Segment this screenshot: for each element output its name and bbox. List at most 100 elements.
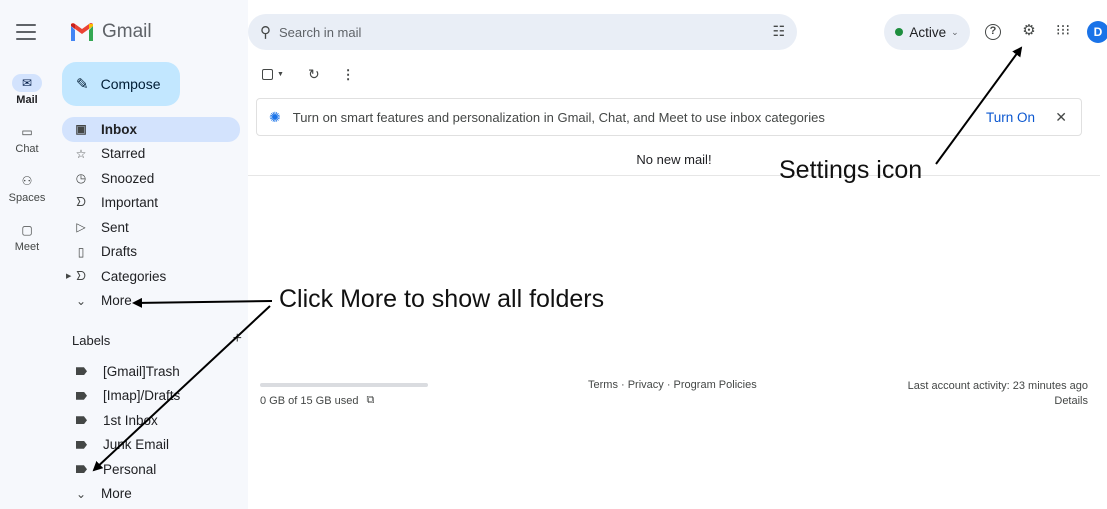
storage-text: 0 GB of 15 GB used	[260, 394, 359, 407]
label-name: Personal	[103, 461, 157, 477]
pencil-icon: ✎	[76, 76, 89, 93]
draft-icon: ▯	[77, 244, 85, 259]
turn-on-button[interactable]: Turn On	[986, 110, 1035, 125]
compose-label: Compose	[100, 76, 161, 92]
select-all-checkbox[interactable]	[262, 69, 273, 80]
search-icon[interactable]: ⚲	[260, 23, 271, 41]
nav-label: Snoozed	[101, 170, 155, 186]
category-icon: ᗤ	[76, 268, 86, 283]
label-item-imap-drafts[interactable]: [Imap]/Drafts	[62, 384, 240, 409]
meet-icon: ▢	[21, 223, 33, 237]
smart-features-banner: ✺ Turn on smart features and personaliza…	[256, 98, 1082, 136]
nav-item-important[interactable]: ᗤ Important	[62, 191, 240, 216]
rail-item-spaces[interactable]: ⚇ Spaces	[0, 172, 54, 204]
label-item-junk-email[interactable]: Junk Email	[62, 433, 240, 458]
sparkle-icon: ✺	[269, 108, 281, 125]
last-activity-text: Last account activity: 23 minutes ago	[907, 380, 1088, 392]
details-link[interactable]: Details	[908, 394, 1088, 409]
nav-label: Sent	[101, 219, 129, 235]
rail-label-chat: Chat	[15, 143, 39, 155]
app-rail: ✉ Mail ▭ Chat ⚇ Spaces ▢ Meet	[0, 0, 54, 509]
labels-list: [Gmail]Trash [Imap]/Drafts 1st Inbox Jun…	[62, 359, 240, 506]
settings-annotation: Settings icon	[779, 156, 923, 184]
status-selector[interactable]: Active ⌄	[884, 14, 970, 50]
search-options-icon[interactable]: ☷	[772, 23, 785, 40]
label-name: [Imap]/Drafts	[103, 388, 181, 404]
labels-more-label: More	[101, 486, 132, 502]
close-icon[interactable]: ✕	[1055, 109, 1067, 126]
spaces-icon: ⚇	[21, 174, 33, 188]
rail-item-mail[interactable]: ✉ Mail	[0, 74, 54, 106]
rail-label-mail: Mail	[16, 94, 38, 106]
mail-icon: ✉	[12, 74, 42, 92]
sidebar: Gmail ✎ Compose ▣ Inbox ☆ Starred ◷ Snoo…	[54, 0, 248, 509]
chevron-down-icon: ⌄	[75, 486, 87, 501]
labels-more[interactable]: ⌄ More	[62, 482, 240, 507]
label-name: [Gmail]Trash	[103, 363, 180, 379]
label-item-personal[interactable]: Personal	[62, 457, 240, 482]
expand-caret-icon[interactable]: ▶	[66, 272, 71, 280]
banner-text: Turn on smart features and personalizati…	[292, 109, 825, 125]
nav-label: Important	[101, 195, 159, 211]
nav-label: Starred	[101, 146, 146, 162]
more-annotation: Click More to show all folders	[279, 285, 605, 313]
mail-toolbar: ▼ ↻ ⋮	[262, 66, 355, 83]
add-label-icon[interactable]: +	[233, 330, 242, 348]
label-item-gmail-trash[interactable]: [Gmail]Trash	[62, 359, 240, 384]
label-tag-icon	[76, 416, 87, 425]
nav-item-categories[interactable]: ▶ ᗤ Categories	[62, 264, 240, 289]
star-icon: ☆	[75, 146, 87, 161]
compose-button[interactable]: ✎ Compose	[62, 62, 180, 106]
label-tag-icon	[76, 465, 87, 474]
status-label: Active	[909, 24, 947, 40]
label-name: 1st Inbox	[103, 412, 158, 428]
account-avatar[interactable]: D	[1087, 21, 1107, 43]
nav-label: Drafts	[101, 244, 138, 260]
nav-label: Categories	[101, 268, 167, 284]
more-options-icon[interactable]: ⋮	[342, 67, 355, 83]
nav-label: More	[101, 293, 132, 309]
search-input[interactable]: Search in mail	[279, 25, 361, 40]
rail-label-spaces: Spaces	[8, 192, 46, 204]
nav-item-more[interactable]: ⌄ More	[62, 289, 240, 314]
search-bar[interactable]: ⚲ Search in mail ☷	[248, 14, 797, 50]
select-menu-caret-icon[interactable]: ▼	[277, 71, 284, 78]
main-menu-icon[interactable]	[16, 24, 36, 40]
settings-gear-icon[interactable]: ⚙	[1018, 20, 1040, 42]
empty-inbox-message: No new mail!	[636, 152, 712, 167]
gmail-m-icon	[71, 23, 93, 41]
storage-usage[interactable]: 0 GB of 15 GB used ⧉	[260, 394, 374, 407]
send-icon: ▷	[76, 220, 86, 235]
clock-icon: ◷	[75, 171, 87, 186]
chat-icon: ▭	[21, 125, 33, 139]
gmail-logo[interactable]: Gmail	[70, 20, 152, 44]
help-icon[interactable]: ?	[985, 24, 1001, 40]
chevron-down-icon: ⌄	[75, 293, 87, 308]
chevron-down-icon: ⌄	[951, 26, 959, 37]
external-link-icon[interactable]: ⧉	[366, 394, 374, 407]
label-name: Junk Email	[103, 437, 170, 453]
nav-item-drafts[interactable]: ▯ Drafts	[62, 240, 240, 265]
gmail-wordmark: Gmail	[102, 21, 152, 42]
apps-grid-icon[interactable]: ⁝⁝⁝	[1052, 20, 1074, 42]
important-icon: ᗤ	[76, 195, 86, 210]
label-item-1st-inbox[interactable]: 1st Inbox	[62, 408, 240, 433]
status-dot	[895, 28, 904, 36]
labels-title: Labels	[72, 333, 111, 348]
divider	[248, 175, 1100, 176]
labels-header: Labels +	[72, 330, 242, 348]
refresh-icon[interactable]: ↻	[308, 66, 320, 83]
footer-links[interactable]: Terms · Privacy · Program Policies	[588, 379, 757, 391]
rail-item-chat[interactable]: ▭ Chat	[0, 123, 54, 155]
account-activity: Last account activity: 23 minutes ago De…	[908, 379, 1088, 409]
label-tag-icon	[76, 391, 87, 400]
nav-item-snoozed[interactable]: ◷ Snoozed	[62, 166, 240, 191]
nav-item-starred[interactable]: ☆ Starred	[62, 142, 240, 167]
rail-item-meet[interactable]: ▢ Meet	[0, 221, 54, 253]
rail-label-meet: Meet	[14, 241, 40, 253]
nav-item-inbox[interactable]: ▣ Inbox	[62, 117, 240, 142]
folder-nav: ▣ Inbox ☆ Starred ◷ Snoozed ᗤ Important …	[62, 117, 240, 313]
nav-item-sent[interactable]: ▷ Sent	[62, 215, 240, 240]
nav-label: Inbox	[101, 121, 137, 137]
label-tag-icon	[76, 440, 87, 449]
